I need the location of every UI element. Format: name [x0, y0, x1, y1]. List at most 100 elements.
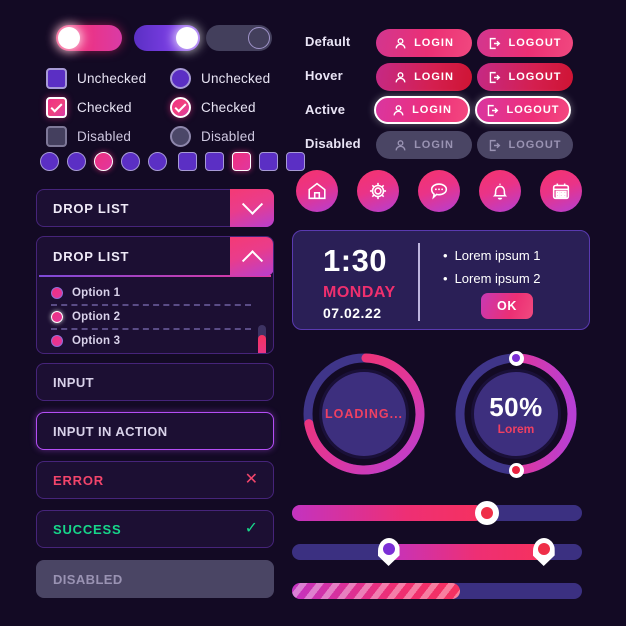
slider-handle-to[interactable]	[532, 538, 555, 566]
progress-fill	[292, 583, 461, 599]
home-icon	[308, 182, 326, 200]
toggle-on-pink[interactable]	[56, 25, 122, 51]
toggle-on-purple[interactable]	[134, 25, 200, 51]
list-item[interactable]: Option 2	[37, 307, 273, 327]
radio-label: Unchecked	[201, 71, 271, 86]
logout-button-active[interactable]: LOGOUT	[475, 96, 571, 124]
box-indicator-selected[interactable]	[232, 152, 251, 171]
login-button-default[interactable]: LOGIN	[376, 29, 472, 57]
user-icon	[395, 71, 406, 82]
slider-range[interactable]	[292, 538, 582, 566]
dial-handle-end[interactable]	[508, 462, 524, 478]
bell-icon-button[interactable]	[479, 170, 521, 212]
input-error[interactable]: ERROR ✕	[36, 461, 274, 499]
radio-label: Disabled	[201, 129, 256, 144]
radio-checked-row[interactable]: Checked	[170, 97, 256, 118]
scrollbar-thumb[interactable]	[258, 335, 266, 353]
radio-indicator[interactable]	[40, 152, 59, 171]
box-indicator[interactable]	[178, 152, 197, 171]
radio-unchecked-row[interactable]: Unchecked	[170, 68, 270, 89]
option-label: Option 2	[72, 311, 121, 323]
logout-button-disabled: LOGOUT	[477, 131, 573, 159]
input-active[interactable]: INPUT IN ACTION	[36, 412, 274, 450]
radio-indicator[interactable]	[148, 152, 167, 171]
check-icon	[174, 100, 187, 113]
checkbox-checked-row[interactable]: Checked	[46, 97, 132, 118]
dial-handle-start[interactable]	[508, 350, 524, 366]
toggle-knob	[176, 27, 198, 49]
logout-button-hover[interactable]: LOGOUT	[477, 63, 573, 91]
scrollbar[interactable]	[258, 325, 266, 353]
checkbox-unchecked-row[interactable]: Unchecked	[46, 68, 146, 89]
login-button-disabled: LOGIN	[376, 131, 472, 159]
login-button-hover[interactable]: LOGIN	[376, 63, 472, 91]
close-icon[interactable]: ✕	[245, 472, 258, 488]
radio-indicator[interactable]	[67, 152, 86, 171]
dropdown-option-list: Option 1 Option 2 Option 3	[37, 277, 273, 353]
logout-icon	[488, 104, 499, 116]
home-icon-button[interactable]	[296, 170, 338, 212]
box-indicator[interactable]	[205, 152, 224, 171]
box-indicator-group[interactable]	[178, 152, 305, 171]
list-item[interactable]: Option 1	[37, 283, 273, 303]
dropdown-label: DROP LIST	[53, 200, 130, 216]
logout-icon	[490, 37, 501, 49]
button-label: LOGOUT	[506, 104, 560, 116]
radio-unchecked[interactable]	[170, 68, 191, 89]
option-divider	[51, 304, 251, 306]
logout-icon	[490, 71, 501, 83]
button-row-label-active: Active	[305, 102, 346, 117]
check-icon: ✓	[244, 520, 258, 537]
checkbox-disabled-row: Disabled	[46, 126, 131, 147]
calendar-icon-button[interactable]	[540, 170, 582, 212]
radio-indicator-selected[interactable]	[94, 152, 113, 171]
loading-inner: LOADING...	[319, 369, 409, 459]
radio-checked[interactable]	[170, 97, 191, 118]
slider-single[interactable]	[292, 501, 582, 525]
list-item[interactable]: Option 3	[37, 331, 273, 351]
percent-dial[interactable]: 50% Lorem	[452, 350, 580, 478]
list-item: Lorem ipsum 2	[443, 271, 541, 286]
user-icon	[393, 104, 404, 115]
radio-disabled	[170, 126, 191, 147]
user-icon	[395, 139, 406, 150]
button-label: LOGOUT	[508, 37, 562, 49]
slider-handle-from[interactable]	[377, 538, 400, 566]
button-label: LOGIN	[414, 139, 454, 151]
input-default[interactable]: INPUT	[36, 363, 274, 401]
box-indicator[interactable]	[286, 152, 305, 171]
ui-kit-canvas: Unchecked Checked Disabled Unchecked Che…	[0, 0, 626, 626]
input-success[interactable]: SUCCESS ✓	[36, 510, 274, 548]
login-button-active[interactable]: LOGIN	[374, 96, 470, 124]
chat-icon-button[interactable]	[418, 170, 460, 212]
logout-icon	[490, 139, 501, 151]
dropdown-open-header[interactable]: DROP LIST	[37, 237, 273, 276]
dropdown-closed[interactable]: DROP LIST	[36, 189, 274, 227]
gear-icon-button[interactable]	[357, 170, 399, 212]
button-label: LOGIN	[412, 104, 452, 116]
logout-button-default[interactable]: LOGOUT	[477, 29, 573, 57]
input-value: SUCCESS	[53, 521, 122, 537]
toggle-knob	[248, 27, 270, 49]
button-row-label-hover: Hover	[305, 68, 343, 83]
slider-knob[interactable]	[474, 501, 499, 525]
button-row-label-default: Default	[305, 34, 351, 49]
radio-indicator-group[interactable]	[40, 152, 167, 171]
toggle-disabled	[206, 25, 272, 51]
box-indicator[interactable]	[259, 152, 278, 171]
dropdown-open[interactable]: DROP LIST Option 1 Option 2 Option 3	[36, 236, 274, 354]
chevron-up-icon[interactable]	[230, 237, 273, 276]
percent-inner: 50% Lorem	[471, 369, 561, 459]
button-row-label-disabled: Disabled	[305, 136, 361, 151]
radio-icon	[51, 311, 63, 323]
slider-range-fill	[384, 544, 539, 560]
checkbox-checked[interactable]	[46, 97, 67, 118]
toggle-knob	[58, 27, 80, 49]
card-divider	[418, 243, 420, 321]
bell-icon	[492, 183, 508, 200]
chat-icon	[430, 183, 448, 200]
checkbox-unchecked[interactable]	[46, 68, 67, 89]
radio-indicator[interactable]	[121, 152, 140, 171]
chevron-down-icon[interactable]	[230, 189, 274, 227]
ok-button[interactable]: OK	[481, 293, 533, 319]
